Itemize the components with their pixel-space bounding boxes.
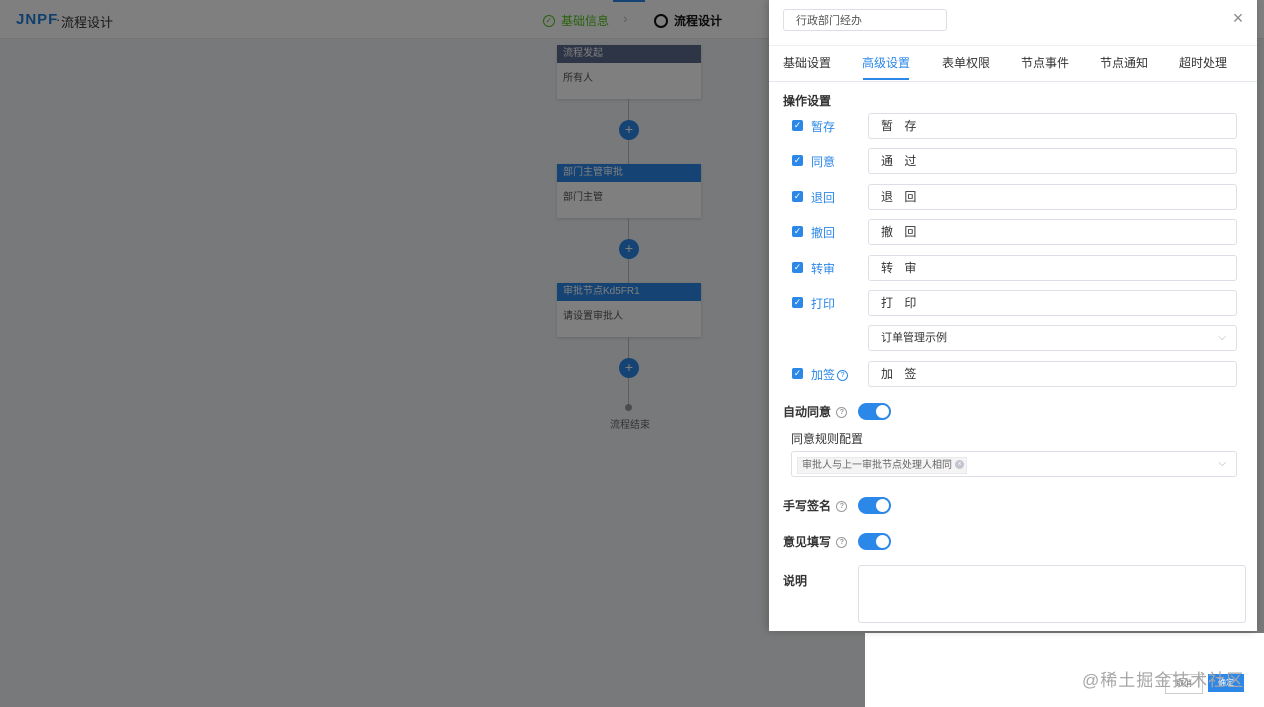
chevron-down-icon: ⌵ [1218,332,1226,343]
info-icon[interactable]: ? [836,407,848,419]
active-tab-indicator [863,78,909,80]
description-label: 说明 [783,574,808,588]
operation-label[interactable]: 加签? [811,366,849,383]
description-textarea[interactable] [858,565,1246,623]
operation-label[interactable]: 退回 [811,189,835,206]
info-icon[interactable]: ? [836,537,848,549]
handwritten-sign-toggle[interactable] [858,497,891,514]
operation-text-input[interactable]: 撤 回 [868,219,1237,245]
node-settings-drawer: 行政部门经办 × 基础设置 高级设置 表单权限 节点事件 节点通知 超时处理 操… [769,0,1257,631]
toggle-knob [876,499,889,512]
tab-advanced-settings[interactable]: 高级设置 [862,46,910,80]
operation-row-transfer: ✓ 转审 转 审 [769,255,1257,281]
watermark: @稀土掘金技术社区 [1082,671,1245,690]
tag-close-icon[interactable]: × [955,460,964,469]
approve-rule-label: 同意规则配置 [791,432,864,446]
rule-tag-text: 审批人与上一审批节点处理人相同 [802,460,952,471]
operation-label[interactable]: 暂存 [811,118,835,135]
operation-label[interactable]: 同意 [811,153,835,170]
operation-text-input[interactable]: 暂 存 [868,113,1237,139]
info-icon[interactable]: ? [837,370,849,382]
auto-approve-toggle[interactable] [858,403,891,420]
switch-label-text: 意见填写 [783,535,832,549]
modal-mask[interactable] [0,633,865,707]
operation-row-approve: ✓ 同意 通 过 [769,148,1257,174]
checkbox-print[interactable]: ✓ [792,297,803,308]
checkbox-save-draft[interactable]: ✓ [792,120,803,131]
chevron-down-icon: ⌵ [1218,458,1226,469]
close-icon[interactable]: × [1229,9,1247,27]
rule-tag: 审批人与上一审批节点处理人相同 × [797,457,967,474]
switch-label: 手写签名 ? [783,497,848,514]
checkbox-transfer[interactable]: ✓ [792,262,803,273]
tab-node-notifications[interactable]: 节点通知 [1100,46,1148,80]
checkbox-withdraw[interactable]: ✓ [792,226,803,237]
operation-text-input[interactable]: 打 印 [868,290,1237,316]
section-title: 操作设置 [783,94,832,108]
tab-timeout-handling[interactable]: 超时处理 [1179,46,1227,80]
operation-text-input[interactable]: 通 过 [868,148,1237,174]
toggle-knob [876,405,889,418]
tab-node-events[interactable]: 节点事件 [1021,46,1069,80]
checkbox-countersign[interactable]: ✓ [792,368,803,379]
node-name-input[interactable]: 行政部门经办 [783,9,947,31]
switch-label-text: 手写签名 [783,499,832,513]
operation-label[interactable]: 撤回 [811,224,835,241]
operation-row-withdraw: ✓ 撤回 撤 回 [769,219,1257,245]
selected-value: 订单管理示例 [881,332,947,344]
operation-label-text: 加签 [811,368,836,382]
opinion-fill-toggle[interactable] [858,533,891,550]
operation-label[interactable]: 打印 [811,295,835,312]
info-icon[interactable]: ? [836,501,848,513]
settings-tabs: 基础设置 高级设置 表单权限 节点事件 节点通知 超时处理 [769,45,1257,82]
operation-row-print: ✓ 打印 打 印 [769,290,1257,316]
operation-text-input[interactable]: 转 审 [868,255,1237,281]
operation-row-return: ✓ 退回 退 回 [769,184,1257,210]
switch-label-text: 自动同意 [783,405,832,419]
print-template-select[interactable]: 订单管理示例 ⌵ [868,325,1237,351]
checkbox-approve[interactable]: ✓ [792,155,803,166]
switch-label: 意见填写 ? [783,533,848,550]
operation-text-input[interactable]: 加 签 [868,361,1237,387]
tab-form-permissions[interactable]: 表单权限 [942,46,990,80]
print-template-row: 订单管理示例 ⌵ [769,325,1257,351]
operation-text-input[interactable]: 退 回 [868,184,1237,210]
toggle-knob [876,535,889,548]
operation-label[interactable]: 转审 [811,260,835,277]
tab-basic-settings[interactable]: 基础设置 [783,46,831,80]
operation-row-countersign: ✓ 加签? 加 签 [769,361,1257,387]
checkbox-return[interactable]: ✓ [792,191,803,202]
operation-row-save-draft: ✓ 暂存 暂 存 [769,113,1257,139]
approve-rule-select[interactable]: 审批人与上一审批节点处理人相同 × ⌵ [791,451,1237,477]
switch-label: 自动同意 ? [783,403,848,420]
